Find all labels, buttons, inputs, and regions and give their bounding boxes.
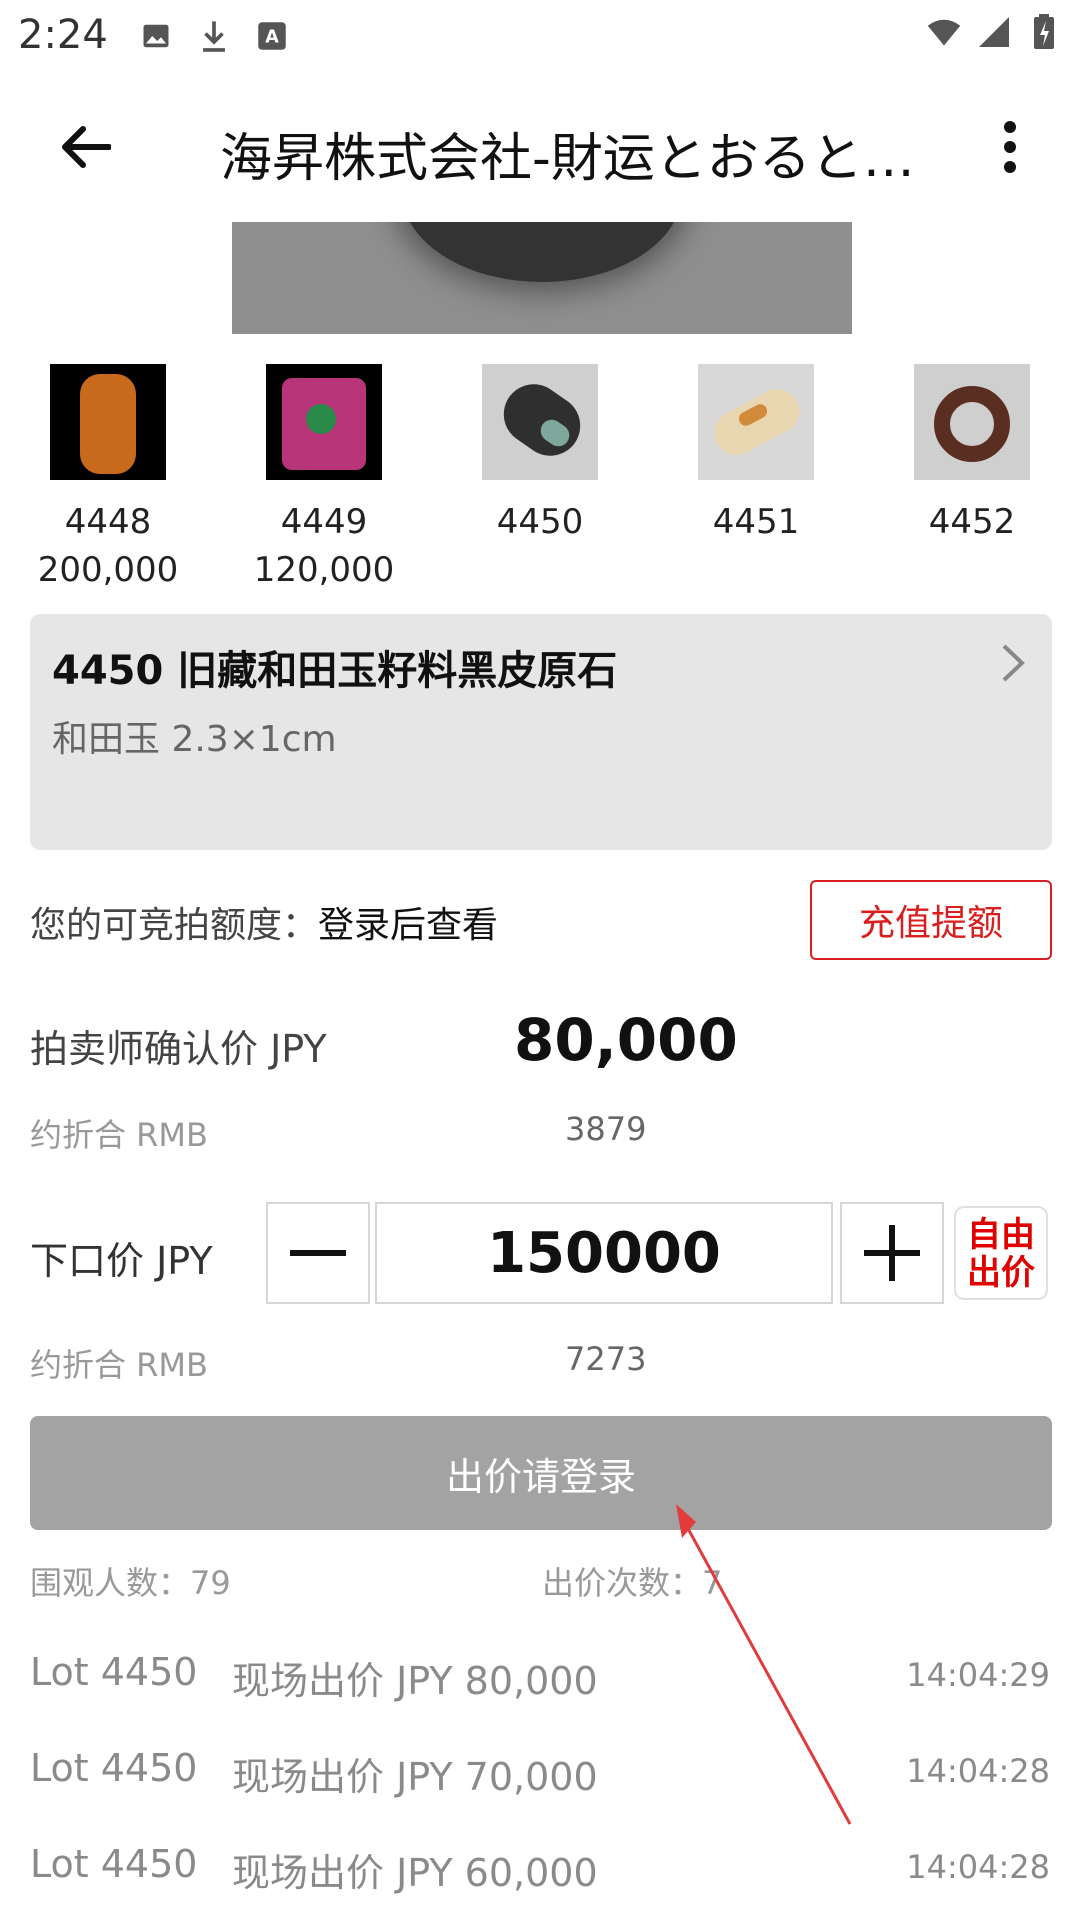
thumbnail-image [266, 364, 382, 480]
bid-history-row: Lot 4450 现场出价 JPY 60,000 14:04:28 [0, 1842, 1080, 1902]
annotation-arrow-icon [676, 1504, 852, 1825]
confirm-rmb-value: 3879 [565, 1110, 647, 1148]
bid-history-row: Lot 4450 现场出价 JPY 70,000 14:04:28 [0, 1746, 1080, 1806]
quota-label-text: 您的可竞拍额度： [30, 905, 319, 946]
status-icons-left: A [138, 18, 290, 54]
thumbnail-item[interactable]: 4452 [872, 364, 1072, 542]
thumbnail-image [914, 364, 1030, 480]
history-time: 14:04:28 [906, 1848, 1050, 1886]
bid-rmb-value: 7273 [565, 1340, 647, 1378]
page-title: 海昇株式会社-財运とおると… [220, 129, 915, 189]
thumbnail-image [482, 364, 598, 480]
quota-label: 您的可竞拍额度：登录后查看 [30, 896, 498, 948]
lot-thumbnails: 4448 200,000 4449 120,000 4450 4451 4452 [0, 364, 1080, 594]
bid-label: 下口价 JPY [30, 1239, 213, 1283]
lot-info-card[interactable]: 4450 旧藏和田玉籽料黑皮原石 和田玉 2.3×1cm [30, 614, 1052, 850]
main-lot-image[interactable] [232, 222, 852, 334]
thumbnail-item[interactable]: 4450 [440, 364, 640, 542]
minus-icon [290, 1250, 346, 1256]
download-icon [196, 18, 232, 54]
thumbnail-lot: 4449 [280, 502, 368, 542]
image-icon [138, 18, 174, 54]
svg-text:A: A [265, 27, 279, 47]
lot-subtitle: 和田玉 2.3×1cm [52, 719, 337, 760]
status-bar: 2:24 A [0, 0, 1080, 72]
confirm-price-value: 80,000 [514, 1006, 738, 1074]
increase-bid-button[interactable] [840, 1202, 944, 1304]
free-bid-line1: 自由 [967, 1215, 1035, 1255]
thumbnail-image [50, 364, 166, 480]
history-desc: 现场出价 JPY 60,000 [232, 1851, 598, 1895]
thumbnail-lot: 4452 [928, 502, 1016, 542]
bid-history-row: Lot 4450 现场出价 JPY 80,000 14:04:29 [0, 1650, 1080, 1710]
confirm-rmb-label: 约折合 RMB [30, 1116, 208, 1154]
wifi-icon [926, 14, 962, 50]
decrease-bid-button[interactable] [266, 1202, 370, 1304]
arrow-left-icon [62, 126, 111, 168]
history-lot: Lot 4450 [30, 1650, 198, 1694]
more-vertical-icon [1004, 121, 1016, 173]
bid-amount-input[interactable]: 150000 [375, 1202, 833, 1304]
free-bid-line2: 出价 [967, 1253, 1035, 1293]
confirm-price-label: 拍卖师确认价 JPY [30, 1027, 327, 1071]
lot-title: 4450 旧藏和田玉籽料黑皮原石 [52, 648, 618, 694]
history-desc: 现场出价 JPY 80,000 [232, 1659, 598, 1703]
font-icon: A [254, 18, 290, 54]
thumbnail-image [698, 364, 814, 480]
free-bid-button[interactable]: 自由 出价 [954, 1206, 1048, 1300]
history-desc: 现场出价 JPY 70,000 [232, 1755, 598, 1799]
chevron-right-icon [992, 638, 1032, 688]
thumbnail-lot: 4450 [496, 502, 584, 542]
login-to-bid-button[interactable]: 出价请登录 [30, 1416, 1052, 1530]
viewers-count: 围观人数：79 [30, 1558, 231, 1604]
history-lot: Lot 4450 [30, 1746, 198, 1790]
status-icons-right [926, 14, 1062, 50]
more-options-button[interactable] [980, 110, 1040, 184]
history-time: 14:04:28 [906, 1752, 1050, 1790]
plus-icon [864, 1225, 920, 1281]
signal-icon [976, 14, 1012, 50]
thumbnail-price: 120,000 [253, 550, 395, 590]
battery-icon [1026, 14, 1062, 50]
thumbnail-lot: 4448 [64, 502, 152, 542]
viewers-value: 79 [190, 1564, 231, 1602]
recharge-button[interactable]: 充值提额 [810, 880, 1052, 960]
thumbnail-item[interactable]: 4451 [656, 364, 856, 542]
history-lot: Lot 4450 [30, 1842, 198, 1886]
app-bar: 海昇株式会社-財运とおると… [0, 72, 1080, 222]
history-time: 14:04:29 [906, 1656, 1050, 1694]
viewers-label: 围观人数： [30, 1564, 191, 1602]
thumbnail-item[interactable]: 4449 120,000 [224, 364, 424, 590]
back-button[interactable] [48, 110, 122, 184]
thumbnail-item[interactable]: 4448 200,000 [8, 364, 208, 590]
thumbnail-lot: 4451 [712, 502, 800, 542]
status-time: 2:24 [18, 12, 108, 58]
thumbnail-price: 200,000 [37, 550, 179, 590]
quota-value: 登录后查看 [318, 905, 499, 946]
bid-rmb-label: 约折合 RMB [30, 1346, 208, 1384]
